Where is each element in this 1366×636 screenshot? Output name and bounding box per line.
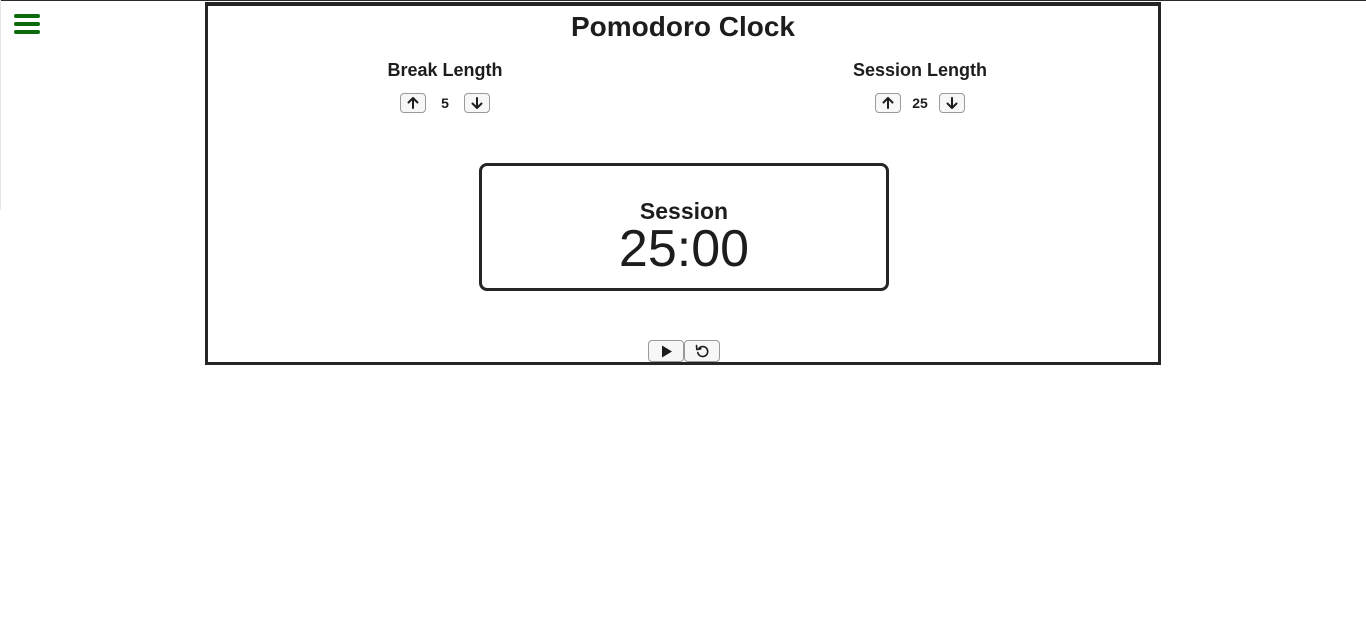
hamburger-menu-icon[interactable] <box>14 13 40 37</box>
session-length-label: Session Length <box>852 60 987 80</box>
session-increment-button[interactable] <box>875 93 901 113</box>
timer-time: 25:00 <box>618 220 750 278</box>
timer-actions <box>648 340 720 362</box>
top-border-line <box>0 0 1366 1</box>
break-length-label: Break Length <box>387 60 503 80</box>
arrow-down-icon <box>946 97 958 109</box>
menu-bar <box>14 14 40 18</box>
arrow-up-icon <box>882 97 894 109</box>
break-increment-button[interactable] <box>400 93 426 113</box>
timer-display: Session 25:00 <box>479 163 889 291</box>
arrow-down-icon <box>471 97 483 109</box>
arrow-up-icon <box>407 97 419 109</box>
menu-bar <box>14 22 40 26</box>
break-length-row: 5 <box>345 93 545 113</box>
session-length-value: 25 <box>912 95 928 111</box>
session-length-control: Session Length 25 <box>820 59 1020 113</box>
reset-icon <box>695 344 708 357</box>
start-button[interactable] <box>648 340 684 362</box>
reset-button[interactable] <box>684 340 720 362</box>
menu-bar <box>14 30 40 34</box>
break-decrement-button[interactable] <box>464 93 490 113</box>
play-icon <box>661 345 672 357</box>
pomodoro-container: Pomodoro Clock Break Length 5 Session Le… <box>205 2 1161 365</box>
session-decrement-button[interactable] <box>939 93 965 113</box>
session-length-row: 25 <box>820 93 1020 113</box>
left-edge-line <box>0 0 1 210</box>
break-length-value: 5 <box>441 95 449 111</box>
break-length-control: Break Length 5 <box>345 59 545 113</box>
page-title: Pomodoro Clock <box>570 11 795 42</box>
